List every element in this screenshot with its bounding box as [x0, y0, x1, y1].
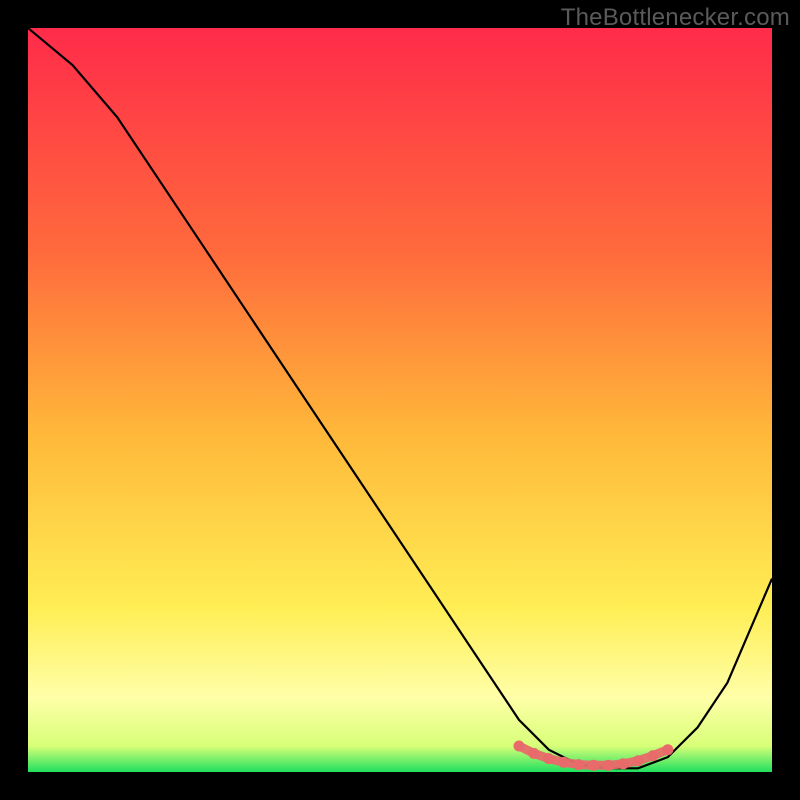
optimal-marker: [573, 759, 584, 770]
optimal-marker: [633, 755, 644, 766]
chart-frame: TheBottlenecker.com: [0, 0, 800, 800]
optimal-marker: [603, 760, 614, 771]
optimal-marker: [528, 748, 539, 759]
optimal-marker: [514, 741, 525, 752]
optimal-marker: [648, 750, 659, 761]
plot-area: [28, 28, 772, 772]
gradient-background: [28, 28, 772, 772]
optimal-marker: [543, 753, 554, 764]
optimal-marker: [588, 760, 599, 771]
optimal-marker: [558, 757, 569, 768]
optimal-marker: [618, 758, 629, 769]
chart-svg: [28, 28, 772, 772]
watermark-text: TheBottlenecker.com: [561, 4, 790, 32]
optimal-marker: [662, 744, 673, 755]
